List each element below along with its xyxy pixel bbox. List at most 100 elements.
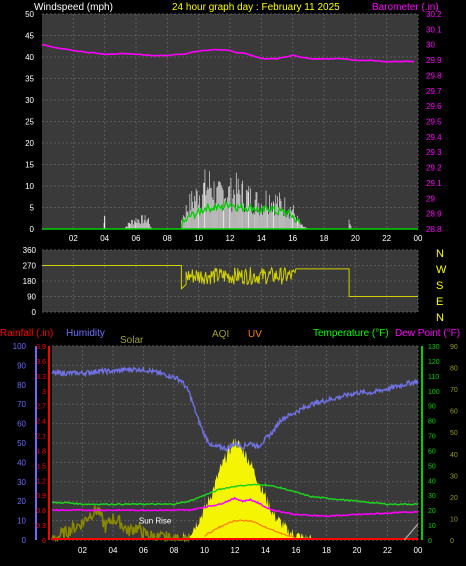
chart-title: 24 hour graph day : February 11 2025 [172, 2, 340, 13]
sunrise-label: Sun Rise [139, 517, 172, 526]
rain-tick-label: 1.2 [36, 478, 46, 485]
rain-tick-label: 3.9 [36, 344, 46, 351]
rain-tick-label: 2.1 [36, 434, 46, 441]
wind-tick-label: 20 [25, 139, 34, 148]
x-tick-label: 18 [320, 234, 329, 243]
temp-tick-label: 80 [428, 419, 436, 426]
baro-tick-label: 29.3 [426, 148, 442, 157]
x-tick-label: 22 [382, 234, 391, 243]
direction-tick-label: 360 [23, 246, 37, 255]
temp-tick-label: 30 [428, 493, 436, 500]
temperature-label: Temperature (°F) [313, 328, 389, 339]
x-tick-label: 12 [231, 546, 240, 555]
wind-tick-label: 0 [30, 225, 35, 234]
humidity-tick-label: 70 [17, 400, 26, 409]
right-tick-label: 50 [450, 430, 458, 437]
right-tick-label: 20 [450, 495, 458, 502]
humidity-tick-label: 60 [17, 420, 26, 429]
humidity-tick-label: 90 [17, 361, 26, 370]
baro-tick-label: 29.7 [426, 87, 442, 96]
rain-tick-label: 0 [42, 538, 46, 545]
right-tick-label: 0 [450, 538, 454, 545]
baro-tick-label: 30 [426, 41, 435, 50]
rain-tick-label: 0.9 [36, 493, 46, 500]
x-tick-label: 08 [163, 234, 172, 243]
x-tick-label: 00 [414, 234, 423, 243]
right-tick-label: 90 [450, 344, 458, 351]
humidity-tick-label: 10 [17, 517, 26, 526]
baro-tick-label: 29.5 [426, 118, 442, 127]
wind-tick-label: 5 [30, 204, 35, 213]
temp-tick-label: 60 [428, 448, 436, 455]
x-tick-label: 02 [78, 546, 87, 555]
humidity-label: Humidity [66, 328, 105, 339]
rain-tick-label: 1.5 [36, 463, 46, 470]
x-tick-label: 10 [200, 546, 209, 555]
temp-tick-label: 130 [428, 344, 440, 351]
temp-tick-label: 0 [428, 538, 432, 545]
baro-tick-label: 30.2 [426, 10, 442, 19]
wind-tick-label: 35 [25, 75, 34, 84]
temp-tick-label: 50 [428, 463, 436, 470]
temp-tick-label: 100 [428, 389, 440, 396]
humidity-tick-label: 50 [17, 439, 26, 448]
humidity-tick-label: 100 [13, 342, 27, 351]
uv-label: UV [248, 329, 262, 340]
right-tick-label: 40 [450, 452, 458, 459]
x-tick-label: 02 [69, 234, 78, 243]
right-tick-label: 70 [450, 387, 458, 394]
direction-tick-label: 180 [23, 277, 37, 286]
humidity-tick-label: 30 [17, 478, 26, 487]
rain-tick-label: 3.3 [36, 374, 46, 381]
x-tick-label: 18 [322, 546, 331, 555]
direction-tick-label: 90 [27, 293, 36, 302]
wind-tick-label: 50 [25, 10, 34, 19]
baro-tick-label: 29.9 [426, 56, 442, 65]
baro-tick-label: 30.1 [426, 25, 442, 34]
direction-tick-label: 0 [32, 308, 37, 317]
dewpoint-label: Dew Point (°F) [395, 328, 460, 339]
humidity-tick-label: 40 [17, 458, 26, 467]
rainfall-label: Rainfall (.in) [0, 328, 53, 339]
humidity-tick-label: 20 [17, 497, 26, 506]
weather-graph: Windspeed (mph) 24 hour graph day : Febr… [0, 0, 466, 566]
right-tick-label: 10 [450, 516, 458, 523]
temp-tick-label: 70 [428, 434, 436, 441]
rain-tick-label: 0.6 [36, 508, 46, 515]
compass-label: W [436, 264, 447, 276]
rain-axis-bar [48, 346, 50, 540]
x-tick-label: 22 [383, 546, 392, 555]
wind-tick-label: 45 [25, 32, 34, 41]
windspeed-axis-label: Windspeed (mph) [34, 2, 113, 13]
baro-tick-label: 29.2 [426, 164, 442, 173]
compass-label: N [436, 312, 444, 324]
compass-label: N [436, 248, 444, 260]
wind-tick-label: 15 [25, 161, 34, 170]
x-tick-label: 06 [139, 546, 148, 555]
right-tick-label: 60 [450, 409, 458, 416]
x-tick-label: 08 [170, 546, 179, 555]
baro-tick-label: 29.8 [426, 71, 442, 80]
x-tick-label: 16 [292, 546, 301, 555]
right-tick-label: 80 [450, 366, 458, 373]
compass-label: S [436, 280, 443, 292]
temp-tick-label: 40 [428, 478, 436, 485]
solar-label: Solar [120, 335, 144, 346]
compass-label: E [436, 296, 443, 308]
x-tick-label: 14 [257, 234, 266, 243]
baro-tick-label: 29.1 [426, 179, 442, 188]
baro-tick-label: 28.8 [426, 225, 442, 234]
temp-tick-label: 110 [428, 374, 439, 381]
rain-tick-label: 3 [42, 389, 46, 396]
wind-tick-label: 40 [25, 53, 34, 62]
rain-tick-label: 0.3 [36, 523, 46, 530]
rain-tick-label: 1.8 [36, 448, 46, 455]
plot-layer: 0510152025303540455028.828.92929.129.229… [13, 10, 458, 555]
aqi-label: AQI [212, 329, 229, 340]
humidity-tick-label: 80 [17, 381, 26, 390]
baro-tick-label: 28.9 [426, 210, 442, 219]
rain-tick-label: 2.4 [36, 419, 46, 426]
x-tick-label: 20 [353, 546, 362, 555]
x-tick-label: 20 [351, 234, 360, 243]
temp-tick-label: 90 [428, 404, 436, 411]
